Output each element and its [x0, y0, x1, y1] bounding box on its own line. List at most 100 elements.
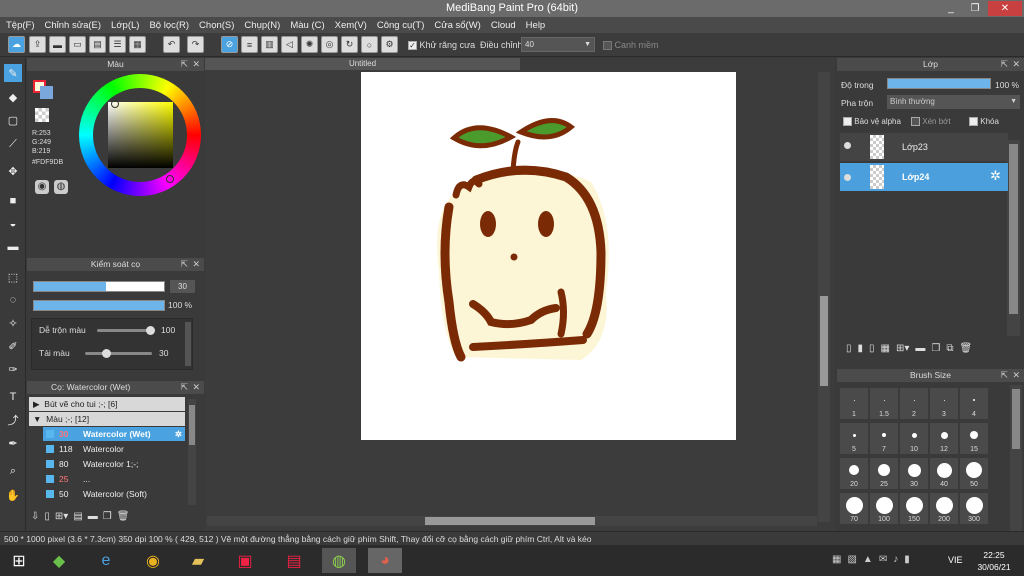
- close-icon[interactable]: ✕: [1012, 369, 1020, 382]
- tray-icon[interactable]: ♪: [893, 554, 898, 565]
- vertical-scrollbar[interactable]: [818, 72, 830, 522]
- params-scrollbar[interactable]: [185, 322, 191, 366]
- windows-start-icon[interactable]: ⊞: [2, 548, 36, 573]
- brush-size-option[interactable]: 1.5: [869, 387, 899, 420]
- layer-scrollbar[interactable]: [1007, 140, 1020, 336]
- background-color-swatch[interactable]: [40, 86, 53, 99]
- close-icon[interactable]: ✕: [192, 58, 200, 71]
- tray-icon[interactable]: ✉: [879, 554, 887, 565]
- halftone-layer-icon[interactable]: ▦: [881, 343, 890, 359]
- brush-opacity-bar[interactable]: [33, 300, 165, 311]
- brush-size-option[interactable]: 25: [869, 457, 899, 490]
- snap-parallel-icon[interactable]: ≡: [241, 36, 258, 53]
- amount-slider-handle[interactable]: [102, 349, 111, 358]
- snap-circle-icon[interactable]: ◎: [321, 36, 338, 53]
- document-icon[interactable]: ▤: [89, 36, 106, 53]
- close-button[interactable]: ✕: [988, 1, 1022, 16]
- menu-tools[interactable]: Công cụ(T): [377, 20, 425, 31]
- layer-blend-dropdown[interactable]: Bình thường ▼: [887, 95, 1020, 109]
- brush-size-option[interactable]: 1: [839, 387, 869, 420]
- select-pen-icon[interactable]: ✐: [4, 337, 22, 355]
- bluestacks-icon[interactable]: ◆: [42, 548, 76, 573]
- brush-size-value[interactable]: 30: [170, 280, 195, 293]
- select-rect-icon[interactable]: ⬚: [4, 268, 22, 286]
- canvas-tab[interactable]: Untitled: [205, 58, 520, 70]
- list-icon[interactable]: ☰: [109, 36, 126, 53]
- lock-checkbox[interactable]: [969, 117, 978, 127]
- language-indicator[interactable]: VIE: [948, 555, 963, 565]
- office-icon[interactable]: ▣: [228, 548, 262, 573]
- lock-option[interactable]: Khóa: [969, 117, 999, 127]
- cloud-icon[interactable]: ☁: [8, 36, 25, 53]
- brush-size-option[interactable]: 150: [899, 492, 929, 525]
- brush-size-option[interactable]: 12: [929, 422, 959, 455]
- antialias-option[interactable]: ✓ Khử răng cưa: [408, 40, 475, 51]
- select-eraser-icon[interactable]: ✑: [4, 360, 22, 378]
- saturation-value-square[interactable]: [108, 102, 173, 168]
- close-icon[interactable]: ✕: [1012, 58, 1020, 71]
- brush-size-option[interactable]: 7: [869, 422, 899, 455]
- float-icon[interactable]: ⇱: [180, 258, 188, 271]
- new-brush-icon[interactable]: ▯: [44, 511, 50, 527]
- clip-checkbox[interactable]: [911, 117, 920, 127]
- brush-item[interactable]: 50 Watercolor (Soft): [43, 487, 185, 501]
- blend-slider-handle[interactable]: [146, 326, 155, 335]
- menu-select[interactable]: Chọn(S): [199, 20, 234, 31]
- brush-size-option[interactable]: 70: [839, 492, 869, 525]
- transparent-swatch[interactable]: [35, 108, 49, 122]
- new-layer-1bit-icon[interactable]: ▯: [869, 343, 875, 359]
- brush-group-row[interactable]: ▼ Màu ;-; [12]: [29, 412, 185, 426]
- eraser-tool-icon[interactable]: ◆: [4, 88, 22, 106]
- restore-button[interactable]: ❐: [964, 1, 986, 16]
- add-layer-menu-icon[interactable]: ⊞▾: [896, 343, 909, 359]
- brush-item[interactable]: 80 Watercolor 1;-;: [43, 457, 185, 471]
- brush-settings-icon[interactable]: ▤: [73, 511, 82, 527]
- layer-opacity-bar[interactable]: [887, 78, 991, 89]
- brush-size-option[interactable]: 100: [869, 492, 899, 525]
- smooth-checkbox[interactable]: [603, 41, 612, 51]
- network-icon[interactable]: ▮: [904, 554, 910, 565]
- menu-file[interactable]: Tệp(F): [6, 20, 35, 31]
- text-tool-icon[interactable]: T: [4, 388, 22, 406]
- operation-tool-icon[interactable]: ⤴: [4, 411, 22, 429]
- lasso-tool-icon[interactable]: ◌: [4, 291, 22, 309]
- file-explorer-icon[interactable]: ▰: [181, 548, 215, 573]
- smooth-option[interactable]: Canh mềm: [603, 40, 659, 51]
- visibility-eye-icon[interactable]: [844, 142, 851, 149]
- new-layer-icon[interactable]: ▯: [846, 343, 852, 359]
- magic-wand-icon[interactable]: ✧: [4, 314, 22, 332]
- settings-gear-icon[interactable]: ⚙: [381, 36, 398, 53]
- layer-row[interactable]: Lớp23: [840, 133, 1008, 161]
- brush-size-option[interactable]: 300: [959, 492, 989, 525]
- drawing-canvas[interactable]: [361, 72, 736, 440]
- folder-icon[interactable]: ▬: [88, 511, 98, 527]
- brush-list-scrollbar[interactable]: [188, 399, 196, 505]
- menu-color[interactable]: Màu (C): [290, 20, 324, 31]
- gear-icon[interactable]: ✲: [175, 427, 182, 441]
- menu-view[interactable]: Xem(V): [335, 20, 367, 31]
- duplicate-layer-icon[interactable]: ❐: [931, 343, 940, 359]
- horizontal-scrollbar[interactable]: [207, 516, 817, 526]
- brush-item[interactable]: 25...: [43, 472, 185, 486]
- tray-icon[interactable]: ▧: [847, 554, 856, 565]
- new-layer-8bit-icon[interactable]: ▮: [858, 343, 864, 359]
- brush-size-option[interactable]: 10: [899, 422, 929, 455]
- protect-alpha-checkbox[interactable]: [843, 117, 852, 127]
- trash-icon[interactable]: 🗑: [960, 343, 973, 359]
- brush-size-option[interactable]: 4: [959, 387, 989, 420]
- brush-size-bar[interactable]: [33, 281, 165, 292]
- protect-alpha-option[interactable]: Bảo vệ alpha: [843, 117, 901, 127]
- app-icon[interactable]: ▤: [277, 548, 311, 573]
- tray-icon[interactable]: ▲: [863, 554, 873, 565]
- gear-icon[interactable]: ✲: [990, 168, 1001, 184]
- internet-explorer-icon[interactable]: e: [89, 548, 123, 573]
- divide-tool-icon[interactable]: ✒: [4, 434, 22, 452]
- menu-layer[interactable]: Lớp(L): [111, 20, 139, 31]
- hue-picker-handle[interactable]: [166, 175, 174, 183]
- float-icon[interactable]: ⇱: [1000, 369, 1008, 382]
- visibility-eye-icon[interactable]: [844, 174, 851, 181]
- close-icon[interactable]: ✕: [192, 258, 200, 271]
- brush-size-option[interactable]: 5: [839, 422, 869, 455]
- antialias-checkbox[interactable]: ✓: [408, 41, 417, 51]
- close-icon[interactable]: ✕: [192, 381, 200, 394]
